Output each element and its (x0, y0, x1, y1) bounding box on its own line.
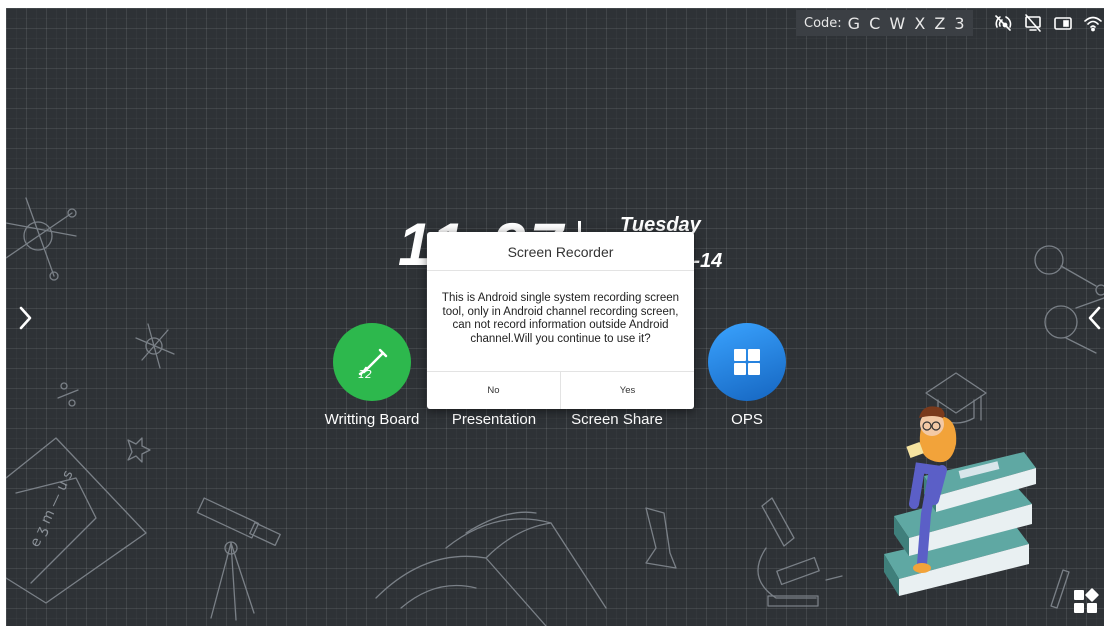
app-label-screen-share: Screen Share (571, 411, 663, 428)
svg-text:e ʒ m — u s: e ʒ m — u s (27, 468, 76, 550)
pen-brush-icon[interactable]: 12 (333, 323, 411, 401)
no-button[interactable]: No (427, 372, 560, 409)
app-label-presentation: Presentation (451, 411, 537, 428)
screen-recorder-dialog: Screen Recorder This is Android single s… (427, 232, 694, 409)
chevron-left-icon[interactable] (1086, 305, 1104, 331)
chevron-right-icon[interactable] (16, 305, 34, 331)
windows-icon[interactable] (708, 323, 786, 401)
code-label: Code: (804, 15, 842, 31)
screen-share-off-icon[interactable] (1023, 13, 1043, 33)
status-bar: Code: G C W X Z 3 (796, 10, 1103, 36)
svg-text:12: 12 (358, 368, 372, 381)
widgets-icon[interactable] (1072, 588, 1100, 616)
app-label-writting-board: Writting Board (324, 411, 420, 428)
desktop-screen: e ʒ m — u s Code: G C W X Z 3 Tuesday 12… (6, 8, 1104, 626)
app-label-ops: OPS (731, 411, 763, 428)
app-ops[interactable]: OPS (692, 323, 802, 428)
dialog-title: Screen Recorder (427, 232, 694, 271)
dialog-buttons: No Yes (427, 371, 694, 409)
dialog-message: This is Android single system recording … (441, 292, 680, 345)
connection-code: Code: G C W X Z 3 (796, 10, 973, 36)
reading-kid-illustration (884, 406, 1036, 596)
app-writting-board[interactable]: 12 Writting Board (317, 323, 427, 428)
hotspot-off-icon[interactable] (993, 13, 1013, 33)
display-source-icon[interactable] (1053, 13, 1073, 33)
yes-button[interactable]: Yes (560, 372, 694, 409)
wifi-icon[interactable] (1083, 13, 1103, 33)
code-value: G C W X Z 3 (847, 13, 967, 33)
